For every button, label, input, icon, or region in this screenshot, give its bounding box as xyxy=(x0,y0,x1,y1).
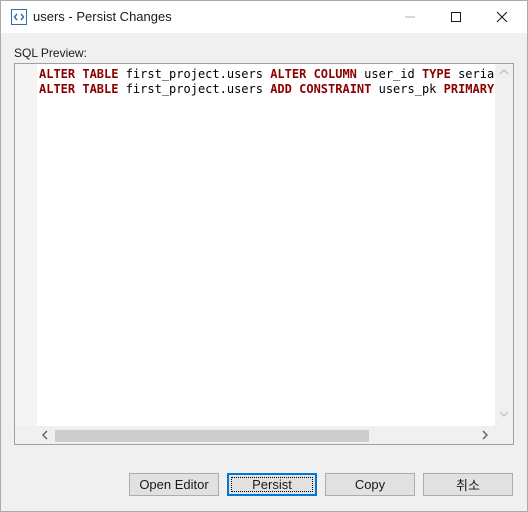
sql-text: users_pk xyxy=(371,82,444,96)
open-editor-label: Open Editor xyxy=(139,477,209,492)
sql-text: first_project.users xyxy=(118,67,271,81)
scroll-down-icon[interactable] xyxy=(499,410,509,418)
sql-text: serial xyxy=(458,67,495,81)
sql-keyword: ALTER xyxy=(39,82,76,96)
open-editor-button[interactable]: Open Editor xyxy=(129,473,219,496)
scroll-left-icon[interactable] xyxy=(41,430,49,440)
close-button[interactable] xyxy=(479,1,525,33)
copy-button[interactable]: Copy xyxy=(325,473,415,496)
scroll-up-icon[interactable] xyxy=(499,68,509,76)
sql-keyword: TABLE xyxy=(82,67,119,81)
horizontal-scroll-thumb[interactable] xyxy=(55,430,369,442)
sql-line: ALTER TABLE first_project.users ALTER CO… xyxy=(39,67,495,82)
sql-keyword: COLUMN xyxy=(313,67,357,81)
vertical-scrollbar[interactable] xyxy=(495,64,513,426)
sql-keyword: ADD xyxy=(270,82,292,96)
editor-gutter xyxy=(15,64,37,426)
sql-keyword: ALTER xyxy=(39,67,76,81)
maximize-button[interactable] xyxy=(433,1,479,33)
sql-keyword: CONSTRAINT xyxy=(299,82,372,96)
sql-keyword: TYPE xyxy=(421,67,451,81)
sql-preview-label: SQL Preview: xyxy=(14,46,87,60)
persist-changes-dialog: users - Persist Changes SQL Preview: ALT… xyxy=(0,0,528,512)
sql-text: first_project.users xyxy=(118,82,271,96)
minimize-button[interactable] xyxy=(387,1,433,33)
sql-keyword: TABLE xyxy=(82,82,119,96)
focus-rectangle xyxy=(231,477,313,492)
sql-code[interactable]: ALTER TABLE first_project.users ALTER CO… xyxy=(39,67,495,425)
persist-button[interactable]: Persist xyxy=(227,473,317,496)
scroll-right-icon[interactable] xyxy=(481,430,489,440)
sql-line: ALTER TABLE first_project.users ADD CONS… xyxy=(39,82,495,97)
minimize-icon xyxy=(405,16,415,18)
sql-preview-editor[interactable]: ALTER TABLE first_project.users ALTER CO… xyxy=(14,63,514,445)
cancel-button[interactable]: 취소 xyxy=(423,473,513,496)
app-icon xyxy=(11,9,27,25)
close-icon xyxy=(496,11,508,23)
copy-label: Copy xyxy=(354,477,386,492)
cancel-label: 취소 xyxy=(456,478,480,493)
horizontal-scrollbar[interactable] xyxy=(15,426,513,444)
sql-text: user_id xyxy=(356,67,422,81)
maximize-icon xyxy=(451,12,461,22)
sql-keyword: PRIMARY xyxy=(443,82,495,96)
window-title: users - Persist Changes xyxy=(33,9,172,24)
title-bar[interactable]: users - Persist Changes xyxy=(1,1,527,33)
sql-keyword: ALTER xyxy=(270,67,307,81)
